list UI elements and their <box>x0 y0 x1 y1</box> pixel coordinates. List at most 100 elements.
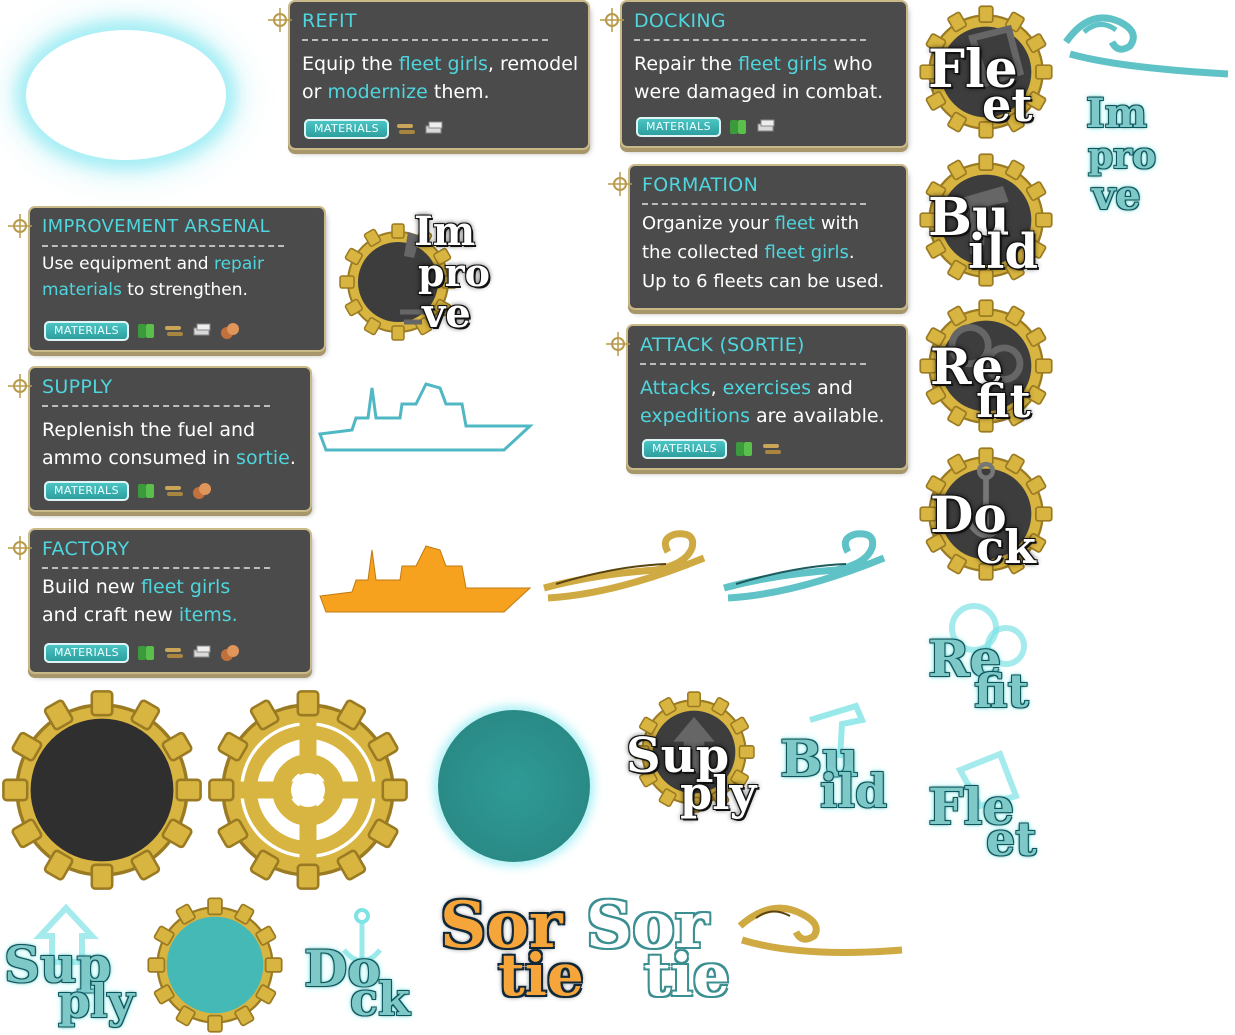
dashed-divider <box>42 567 270 569</box>
dashed-divider <box>302 39 548 41</box>
build-gear-icon[interactable]: Bu ild <box>918 152 1054 288</box>
steel-icon <box>757 119 775 132</box>
pin-icon <box>8 536 32 560</box>
bauxite-icon <box>220 645 239 661</box>
sortie-orange-icon: Sor tie <box>440 894 590 1006</box>
refit-gear-icon[interactable]: Re fit <box>918 298 1054 434</box>
panel-description: Build new fleet girls and craft new item… <box>42 576 238 626</box>
improve-glow-label-3: ve <box>1092 172 1141 219</box>
materials-row: MATERIALS <box>44 642 241 664</box>
dock-glow-label-2: ck <box>350 972 410 1026</box>
panel-title: FACTORY <box>42 538 130 560</box>
fleet-glow-icon: Fle et <box>926 740 1046 866</box>
gear-wheel <box>207 689 409 891</box>
panel-description: Attacks, exercises and expeditions are a… <box>640 377 885 427</box>
supply-tooltip: SUPPLY Replenish the fuel and ammo consu… <box>8 368 310 510</box>
gear-dark-disc <box>1 689 203 891</box>
sortie-label-2: tie <box>498 941 584 1009</box>
pin-icon <box>600 8 624 32</box>
glow-ellipse <box>26 30 226 160</box>
refit-label-2: fit <box>976 374 1031 428</box>
improve-glow-label: Im <box>1086 90 1148 137</box>
gold-wave-ornament-2 <box>737 904 903 956</box>
improve-glow-icon: Im pro ve <box>1070 94 1160 224</box>
dashed-divider <box>634 39 866 41</box>
dashed-divider <box>42 405 270 407</box>
improve-gear-icon[interactable]: Im pro ve <box>338 208 490 352</box>
gear-teal-disc <box>147 897 283 1033</box>
panel-description: Replenish the fuel and ammo consumed in … <box>42 419 296 469</box>
sortie-teal-icon: Sor tie <box>586 894 736 1006</box>
ammo-icon <box>762 444 781 454</box>
dock-gear-icon[interactable]: Do ck <box>918 446 1054 582</box>
ship-orange-icon <box>319 545 532 613</box>
panel-description: Repair the fleet girls who were damaged … <box>634 53 884 103</box>
supply-label-2: ply <box>680 766 757 820</box>
panel-title: DOCKING <box>634 10 726 32</box>
factory-tooltip: FACTORY Build new fleet girls and craft … <box>8 530 310 672</box>
improve-glow-label-2: pro <box>1088 135 1157 177</box>
materials-row: MATERIALS <box>44 320 241 342</box>
build-glow-label-2: ild <box>820 764 888 818</box>
bauxite-icon <box>220 323 239 339</box>
panel-title: FORMATION <box>642 174 759 196</box>
dashed-divider <box>642 203 866 205</box>
ammo-icon <box>164 648 183 658</box>
refit-glow-label-2: fit <box>974 664 1029 718</box>
panel-title: SUPPLY <box>42 376 113 398</box>
teal-wave-ornament <box>1063 14 1229 78</box>
steel-icon <box>425 121 443 134</box>
dashed-divider <box>640 363 866 365</box>
teal-wave-ornament-2 <box>723 530 886 602</box>
steel-icon <box>193 645 211 658</box>
supply-glow-label-2: ply <box>58 974 135 1028</box>
build-label-2: ild <box>968 224 1039 280</box>
pin-icon <box>8 214 32 238</box>
dashed-divider <box>42 245 284 247</box>
steel-icon <box>193 323 211 336</box>
ammo-icon <box>396 124 415 134</box>
fuel-icon <box>137 646 154 660</box>
materials-button[interactable]: MATERIALS <box>44 643 129 663</box>
fleet-gear-icon[interactable]: Fle et <box>918 4 1054 140</box>
materials-row: MATERIALS <box>304 118 445 140</box>
panel-description: Use equipment and repair materials to st… <box>42 254 264 300</box>
fuel-icon <box>137 324 154 338</box>
panel-description: Organize your fleet with the collected f… <box>642 213 885 292</box>
bauxite-icon <box>192 483 211 499</box>
dock-label-2: ck <box>976 520 1036 574</box>
dock-glow-icon: Do ck <box>302 906 422 1030</box>
pin-icon <box>606 332 630 356</box>
pin-icon <box>608 172 632 196</box>
refit-tooltip: REFIT Equip the fleet girls, remodel or … <box>268 2 588 148</box>
supply-gear-icon[interactable]: Sup ply <box>626 690 756 826</box>
supply-glow-icon: Sup ply <box>4 896 144 1030</box>
attack-sortie-tooltip: ATTACK (SORTIE) Attacks, exercises and e… <box>606 326 906 468</box>
ammo-icon <box>164 486 183 496</box>
pin-icon <box>268 8 292 32</box>
improve-label-3: ve <box>422 290 471 337</box>
refit-glow-icon: Re fit <box>926 592 1046 718</box>
materials-button[interactable]: MATERIALS <box>44 481 129 501</box>
materials-button[interactable]: MATERIALS <box>304 119 389 139</box>
panel-title: REFIT <box>302 10 357 32</box>
materials-row: MATERIALS <box>44 480 213 502</box>
materials-button[interactable]: MATERIALS <box>44 321 129 341</box>
teal-disc <box>438 710 590 862</box>
pin-icon <box>8 374 32 398</box>
fuel-icon <box>735 442 752 456</box>
fuel-icon <box>729 120 746 134</box>
materials-row: MATERIALS <box>642 438 783 460</box>
gold-wave-ornament <box>543 530 706 602</box>
ship-outline-icon <box>317 382 534 452</box>
panel-title: ATTACK (SORTIE) <box>640 334 805 356</box>
docking-tooltip: DOCKING Repair the fleet girls who were … <box>600 2 906 146</box>
materials-row: MATERIALS <box>636 116 777 138</box>
improve-label: Im <box>414 208 476 255</box>
formation-tooltip: FORMATION Organize your fleet with the c… <box>608 166 906 308</box>
materials-button[interactable]: MATERIALS <box>636 117 721 137</box>
fleet-label-2: et <box>982 78 1033 132</box>
ammo-icon <box>164 326 183 336</box>
build-glow-icon: Bu ild <box>776 700 896 816</box>
materials-button[interactable]: MATERIALS <box>642 439 727 459</box>
